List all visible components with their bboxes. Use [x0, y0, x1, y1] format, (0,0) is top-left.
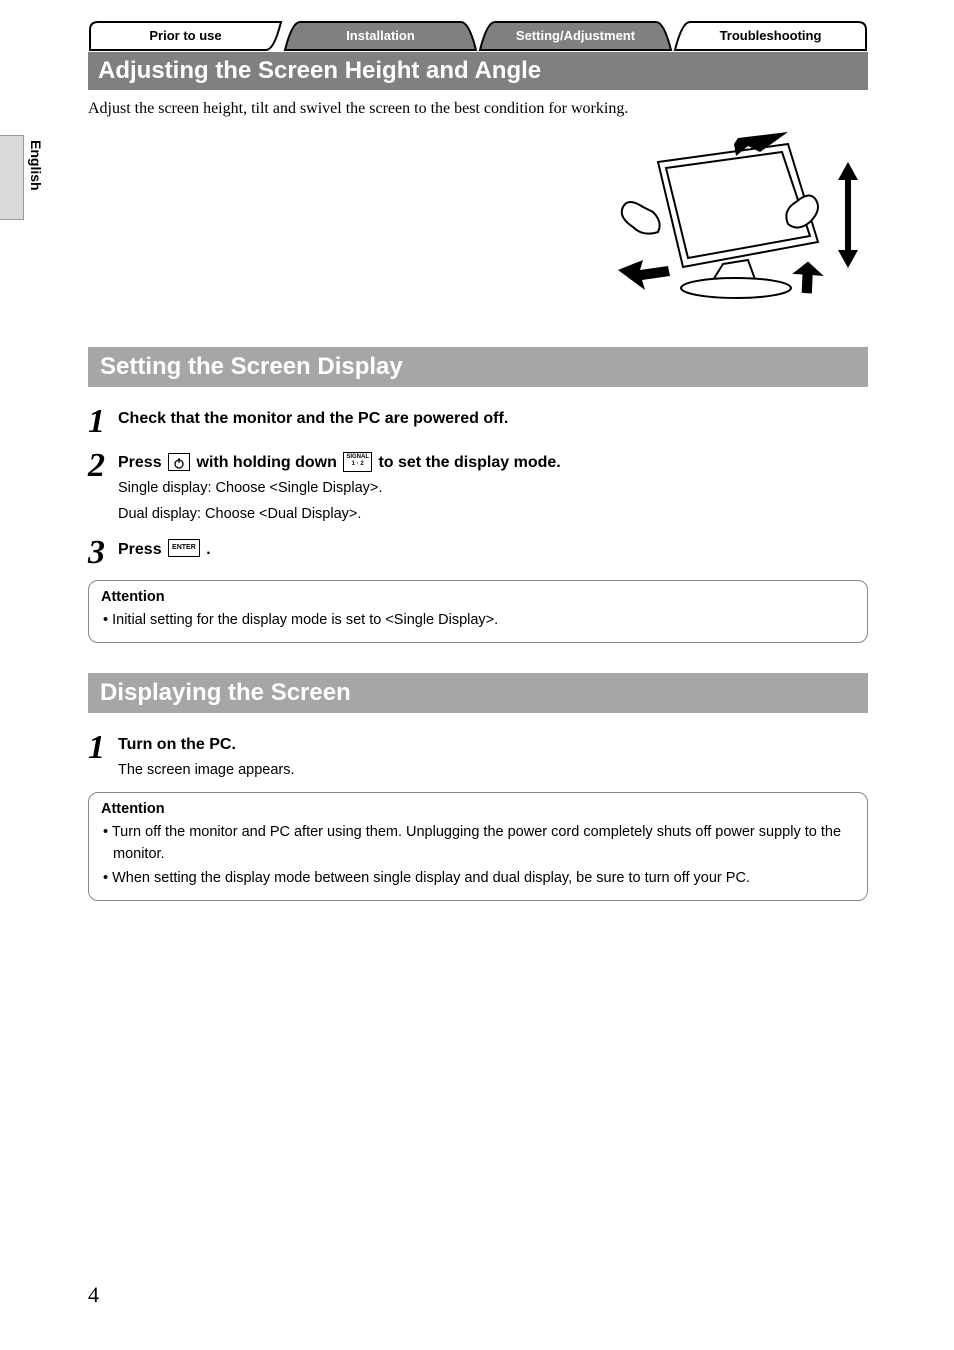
tab-setting-adjustment: Setting/Adjustment: [478, 20, 673, 52]
step-title-part: .: [202, 541, 211, 558]
step-row-2: 2 Press with holding down SIGNAL1 · 2 to…: [88, 449, 868, 526]
signal-button-icon: SIGNAL1 · 2: [343, 452, 372, 472]
step-number: 3: [88, 536, 118, 570]
step-detail: Dual display: Choose <Dual Display>.: [118, 504, 868, 526]
step-title-part: Press: [118, 541, 166, 558]
step-title: Check that the monitor and the PC are po…: [118, 410, 508, 427]
step-detail: Single display: Choose <Single Display>.: [118, 478, 868, 500]
step-title-part: to set the display mode.: [374, 454, 561, 471]
section-title-adjusting: Adjusting the Screen Height and Angle: [88, 52, 868, 90]
tab-installation: Installation: [283, 20, 478, 52]
step-detail: The screen image appears.: [118, 760, 868, 782]
monitor-adjust-illustration: [88, 132, 868, 307]
page-content: Prior to use Installation Setting/Adjust…: [88, 20, 868, 931]
attention-title: Attention: [101, 799, 855, 821]
tab-label: Prior to use: [149, 28, 221, 43]
step-number: 2: [88, 449, 118, 483]
section-title-setting: Setting the Screen Display: [88, 347, 868, 387]
attention-item: Initial setting for the display mode is …: [103, 610, 855, 632]
step-row-1b: 1 Turn on the PC. The screen image appea…: [88, 731, 868, 782]
enter-button-icon: ENTER: [168, 539, 200, 557]
language-tab-bg: [0, 135, 24, 220]
attention-box: Attention Initial setting for the displa…: [88, 580, 868, 644]
language-tab: English: [28, 140, 44, 191]
attention-box: Attention Turn off the monitor and PC af…: [88, 792, 868, 901]
intro-text: Adjust the screen height, tilt and swive…: [88, 100, 868, 118]
step-number: 1: [88, 405, 118, 439]
attention-item: When setting the display mode between si…: [103, 868, 855, 890]
tab-troubleshooting: Troubleshooting: [673, 20, 868, 52]
attention-title: Attention: [101, 587, 855, 609]
tab-label: Installation: [346, 28, 415, 43]
step-row-3: 3 Press ENTER .: [88, 536, 868, 570]
step-title-part: Press: [118, 454, 166, 471]
tab-prior-to-use: Prior to use: [88, 20, 283, 52]
power-button-icon: [168, 453, 190, 471]
step-title: Turn on the PC.: [118, 736, 236, 753]
section-title-displaying: Displaying the Screen: [88, 673, 868, 713]
step-row-1: 1 Check that the monitor and the PC are …: [88, 405, 868, 439]
page-number: 4: [88, 1282, 99, 1308]
attention-item: Turn off the monitor and PC after using …: [103, 822, 855, 866]
step-title-part: with holding down: [192, 454, 341, 471]
step-number: 1: [88, 731, 118, 765]
tab-label: Setting/Adjustment: [516, 28, 635, 43]
tab-label: Troubleshooting: [720, 28, 822, 43]
nav-tabs: Prior to use Installation Setting/Adjust…: [88, 20, 868, 52]
